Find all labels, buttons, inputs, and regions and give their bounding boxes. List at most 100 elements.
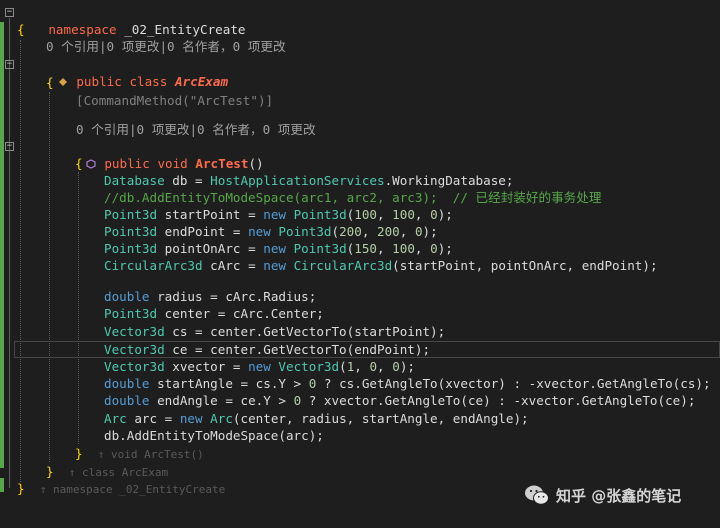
text: startPoint = xyxy=(157,207,264,222)
number: 0 xyxy=(430,207,438,222)
type: Arc xyxy=(104,411,127,426)
fold-toggle-namespace[interactable] xyxy=(5,8,14,17)
text: startAngle = cs.Y > xyxy=(149,376,309,391)
number: 200 xyxy=(339,224,362,239)
keyword: public xyxy=(76,74,122,89)
code-line: } ↑ namespace _02_EntityCreate xyxy=(17,480,225,497)
wechat-logo-icon xyxy=(525,485,549,505)
text: cs = center.GetVectorTo(startPoint); xyxy=(164,324,446,339)
type: Point3d xyxy=(104,306,158,321)
code-line: Point3d startPoint = new Point3d(100, 10… xyxy=(104,207,453,222)
code-line: Point3d pointOnArc = new Point3d(150, 10… xyxy=(104,241,453,256)
brace: } xyxy=(17,481,25,496)
code-line: double startAngle = cs.Y > 0 ? cs.GetAng… xyxy=(104,375,711,392)
text: cArc = xyxy=(202,258,264,273)
class-icon xyxy=(59,78,68,86)
text: (center, radius, startAngle, endAngle); xyxy=(232,411,529,426)
keyword: public xyxy=(104,156,150,171)
method-icon xyxy=(86,159,96,169)
type: Arc xyxy=(210,411,233,426)
code-line: Database db = HostApplicationServices.Wo… xyxy=(104,172,513,189)
indent-guide xyxy=(78,172,79,444)
type: CircularArc3d xyxy=(293,258,393,273)
number: 200 xyxy=(377,224,400,239)
punctuation: () xyxy=(248,156,264,171)
class-name: ArcExam xyxy=(174,74,229,89)
text: db = xyxy=(164,173,211,188)
keyword: new xyxy=(263,207,286,222)
code-line: } ↑ void ArcTest() xyxy=(75,445,204,462)
code-line: Vector3d xvector = new Vector3d(1, 0, 0)… xyxy=(104,359,415,374)
keyword: new xyxy=(179,411,203,426)
number: 100 xyxy=(392,207,415,222)
code-line: Point3d endPoint = new Point3d(200, 200,… xyxy=(104,224,438,239)
code-line: namespace _02_EntityCreate xyxy=(18,4,245,37)
brace: } xyxy=(46,464,54,479)
text: center = cArc.Center; xyxy=(157,306,324,321)
type: CircularArc3d xyxy=(104,258,203,273)
text: radius = cArc.Radius; xyxy=(149,289,317,304)
type: Point3d xyxy=(293,207,347,222)
code-line: Vector3d cs = center.GetVectorTo(startPo… xyxy=(104,323,445,340)
type: Vector3d xyxy=(278,359,340,374)
code-line: Arc arc = new Arc(center, radius, startA… xyxy=(104,410,529,427)
text: ? xvector.GetAngleTo(ce) : -xvector.GetA… xyxy=(301,393,696,408)
type: Point3d xyxy=(104,224,158,239)
brace: { xyxy=(46,75,54,90)
comment-line: //db.AddEntityToModeSpace(arc1, arc2, ar… xyxy=(104,190,602,205)
number: 0 xyxy=(414,224,423,239)
text: pointOnArc = xyxy=(157,241,264,256)
fold-line xyxy=(9,18,10,488)
number: 0 xyxy=(430,241,438,256)
code-line: db.AddEntityToModeSpace(arc); xyxy=(104,428,324,443)
structure-hint: ↑ void ArcTest() xyxy=(97,448,204,461)
code-line: public void ArcTest() xyxy=(56,138,264,171)
keyword: double xyxy=(104,393,150,408)
namespace-name: _02_EntityCreate xyxy=(124,22,246,37)
brace: } xyxy=(75,446,83,461)
method-name: ArcTest xyxy=(195,156,249,171)
attribute-line: [CommandMethod("ArcTest")] xyxy=(76,93,274,108)
code-line: double radius = cArc.Radius; xyxy=(104,288,316,305)
code-line: double endAngle = ce.Y > 0 ? xvector.Get… xyxy=(104,392,695,409)
keyword: namespace xyxy=(48,22,117,37)
code-line: CircularArc3d cArc = new CircularArc3d(s… xyxy=(104,257,658,274)
keyword: void xyxy=(157,156,188,171)
text: ce = center.GetVectorTo(endPoint); xyxy=(164,342,431,357)
keyword: double xyxy=(104,289,150,304)
type: Database xyxy=(104,173,165,188)
watermark-text: 知乎 @张鑫的笔记 xyxy=(556,486,682,505)
watermark: 知乎 @张鑫的笔记 xyxy=(524,480,681,510)
fold-toggle-method[interactable] xyxy=(5,142,14,151)
text: endAngle = ce.Y > xyxy=(149,393,294,408)
number: 100 xyxy=(354,207,377,222)
keyword: double xyxy=(104,376,150,391)
code-line: Point3d center = cArc.Center; xyxy=(104,305,324,322)
fold-toggle-class[interactable] xyxy=(5,60,14,69)
keyword: new xyxy=(248,224,271,239)
type: Vector3d xyxy=(104,324,165,339)
structure-hint: ↑ class ArcExam xyxy=(68,466,169,479)
text: endPoint = xyxy=(157,224,249,239)
type: Point3d xyxy=(278,224,332,239)
indent-guide xyxy=(20,40,21,482)
keyword: new xyxy=(248,359,271,374)
type: Point3d xyxy=(104,207,158,222)
type: Vector3d xyxy=(104,359,165,374)
text: .WorkingDatabase; xyxy=(384,173,514,188)
text: arc = xyxy=(126,411,180,426)
keyword: class xyxy=(129,74,168,89)
number: 0 xyxy=(392,359,400,374)
type: Point3d xyxy=(104,241,158,256)
change-bar xyxy=(0,22,4,468)
code-line: } ↑ class ArcExam xyxy=(46,463,168,480)
number: 150 xyxy=(354,241,377,256)
code-line[interactable]: Vector3d ce = center.GetVectorTo(endPoin… xyxy=(104,341,430,358)
text: ? cs.GetAngleTo(xvector) : -xvector.GetA… xyxy=(316,376,711,391)
text: (startPoint, pointOnArc, endPoint); xyxy=(392,258,658,273)
indent-guide xyxy=(49,92,50,462)
type: Point3d xyxy=(293,241,347,256)
codelens-references[interactable]: 0 个引用|0 项更改|0 名作者，0 项更改 xyxy=(46,38,286,55)
code-editor[interactable]: namespace _02_EntityCreate { 0 个引用|0 项更改… xyxy=(0,0,720,528)
codelens-references[interactable]: 0 个引用|0 项更改|0 名作者，0 项更改 xyxy=(76,121,316,138)
